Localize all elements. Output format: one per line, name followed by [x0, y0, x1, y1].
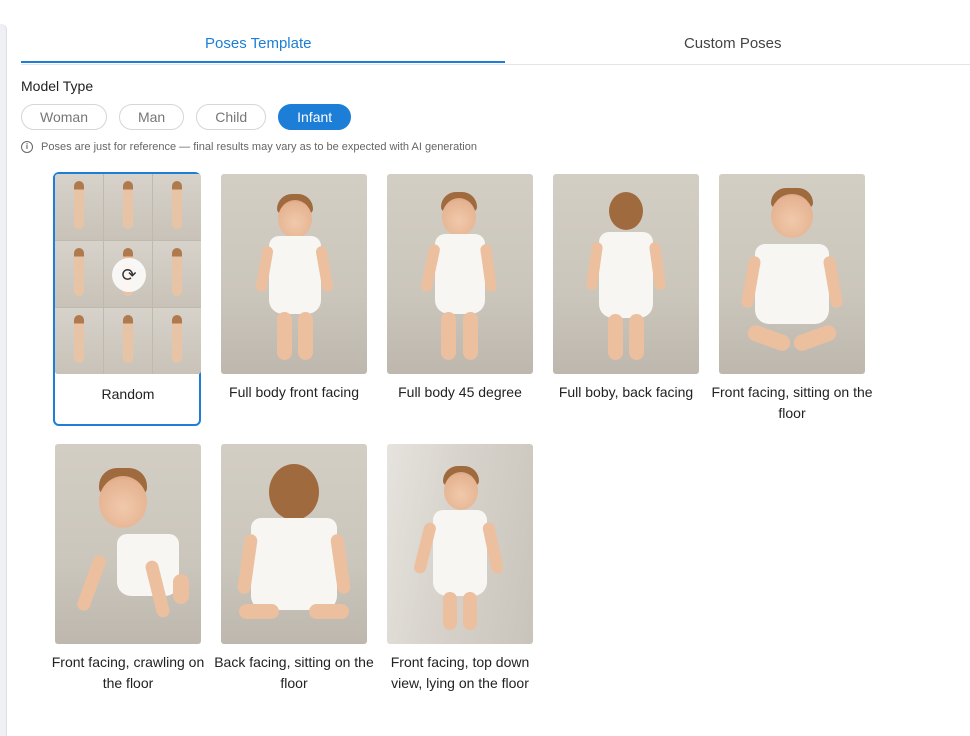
model-type-child[interactable]: Child — [196, 104, 267, 130]
pose-card-front-crawling[interactable]: Front facing, crawling on the floor — [52, 444, 204, 696]
notice-text: Poses are just for reference — final res… — [41, 141, 477, 153]
pose-thumbnail — [221, 174, 367, 374]
left-rail — [0, 24, 7, 736]
model-type-infant[interactable]: Infant — [278, 104, 352, 130]
model-type-selector: Woman Man Child Infant — [21, 104, 363, 130]
pose-thumbnail — [553, 174, 699, 374]
random-refresh-icon: ⟳ — [112, 258, 146, 292]
pose-card-back-sitting[interactable]: Back facing, sitting on the floor — [214, 444, 374, 696]
pose-card-random[interactable]: ⟳ Random — [53, 172, 201, 426]
pose-label: Front facing, top down view, lying on th… — [390, 654, 530, 691]
tab-custom-poses[interactable]: Custom Poses — [496, 24, 970, 64]
pose-label: Random — [101, 386, 155, 402]
pose-label: Back facing, sitting on the floor — [214, 654, 374, 691]
model-type-label: Model Type — [21, 78, 94, 94]
info-icon: i — [21, 141, 33, 153]
pose-thumbnail — [719, 174, 865, 374]
poses-notice: i Poses are just for reference — final r… — [21, 141, 477, 153]
pose-card-top-down-lying[interactable]: Front facing, top down view, lying on th… — [387, 444, 535, 718]
pose-label: Front facing, crawling on the floor — [51, 654, 205, 691]
pose-card-full-body-front[interactable]: Full body front facing — [221, 174, 369, 414]
pose-label: Full body 45 degree — [398, 384, 522, 400]
pose-thumbnail — [55, 444, 201, 644]
active-tab-indicator — [21, 61, 505, 63]
pose-thumbnail — [387, 444, 533, 644]
model-type-man[interactable]: Man — [118, 104, 185, 130]
pose-label: Full boby, back facing — [558, 384, 694, 400]
pose-card-full-body-back[interactable]: Full boby, back facing — [553, 174, 701, 414]
pose-card-front-sitting[interactable]: Front facing, sitting on the floor — [711, 174, 873, 426]
random-pose-thumbnail: ⟳ — [55, 174, 201, 374]
model-type-woman[interactable]: Woman — [21, 104, 107, 130]
pose-label: Front facing, sitting on the floor — [711, 384, 873, 421]
pose-card-full-body-45[interactable]: Full body 45 degree — [387, 174, 535, 414]
pose-thumbnail — [387, 174, 533, 374]
pose-thumbnail — [221, 444, 367, 644]
tab-poses-template[interactable]: Poses Template — [21, 24, 496, 64]
pose-label: Full body front facing — [229, 384, 359, 400]
tab-bar: Poses Template Custom Poses — [21, 24, 970, 65]
